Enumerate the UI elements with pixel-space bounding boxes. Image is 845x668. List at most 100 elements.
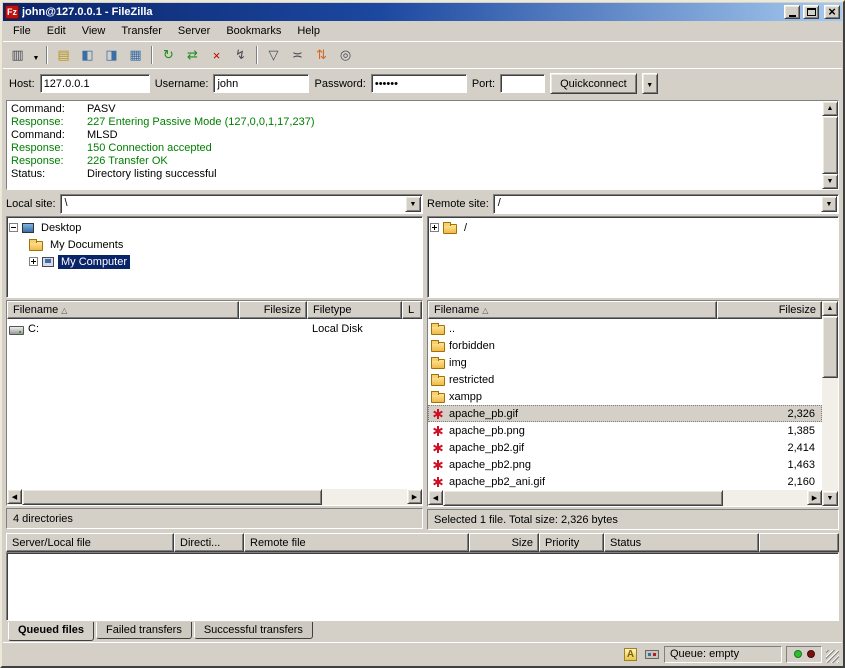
site-manager-dropdown-icon[interactable]: [30, 44, 42, 66]
menu-server[interactable]: Server: [170, 21, 218, 41]
tree-item-root[interactable]: /: [430, 219, 836, 236]
file-row[interactable]: apache_pb.png1,385: [428, 422, 822, 439]
local-treeview-icon[interactable]: ◧: [76, 44, 99, 66]
column-header-status[interactable]: Status: [604, 533, 759, 552]
file-row[interactable]: apache_pb2.png1,463: [428, 456, 822, 473]
tab-failed-transfers[interactable]: Failed transfers: [96, 622, 192, 639]
host-label: Host:: [9, 78, 35, 90]
close-icon: [828, 6, 836, 19]
main-split: Local site: \ Desktop My Documents: [3, 192, 842, 530]
tab-queued-files[interactable]: Queued files: [8, 622, 94, 641]
scroll-right-icon[interactable]: [407, 489, 422, 504]
expand-toggle-icon[interactable]: [430, 223, 439, 232]
quickconnect-button[interactable]: Quickconnect: [550, 73, 637, 94]
filezilla-window: Fz john@127.0.0.1 - FileZilla File Edit …: [0, 0, 845, 668]
chevron-down-icon[interactable]: [405, 196, 421, 212]
scrollbar-thumb[interactable]: [822, 116, 838, 174]
column-header-lastmodified[interactable]: L: [402, 301, 422, 319]
scroll-down-icon[interactable]: [822, 174, 838, 189]
column-header-filesize[interactable]: Filesize: [717, 301, 822, 319]
collapse-toggle-icon[interactable]: [9, 223, 18, 232]
scrollbar-thumb[interactable]: [22, 489, 322, 505]
send-activity-led: [807, 650, 815, 658]
resize-grip[interactable]: [826, 650, 839, 663]
scroll-left-icon[interactable]: [428, 490, 443, 505]
receive-activity-led: [794, 650, 802, 658]
scroll-down-icon[interactable]: [822, 491, 838, 506]
minimize-button[interactable]: [784, 5, 800, 19]
password-input[interactable]: [371, 74, 467, 93]
toolbar: ▥ ▤ ◧ ◨ ▦ ↻ ⇄ × ↯ ▽ ≍ ⇅ ◎: [3, 41, 842, 68]
scrollbar-thumb[interactable]: [822, 316, 838, 378]
message-log-icon[interactable]: ▤: [52, 44, 75, 66]
scroll-up-icon[interactable]: [822, 301, 838, 316]
local-site-combobox[interactable]: \: [60, 194, 423, 214]
column-header-filesize[interactable]: Filesize: [239, 301, 307, 319]
menu-help[interactable]: Help: [289, 21, 328, 41]
chevron-down-icon[interactable]: [821, 196, 837, 212]
close-button[interactable]: [824, 5, 840, 19]
sort-ascending-icon: [482, 304, 488, 316]
scroll-left-icon[interactable]: [7, 489, 22, 504]
local-horizontal-scrollbar[interactable]: [7, 489, 422, 505]
menu-bookmarks[interactable]: Bookmarks: [218, 21, 289, 41]
file-row-c-drive[interactable]: C: Local Disk: [7, 320, 422, 337]
disconnect-icon[interactable]: ↯: [229, 44, 252, 66]
file-row-selected[interactable]: apache_pb.gif2,326: [428, 405, 822, 422]
site-manager-icon[interactable]: ▥: [6, 44, 29, 66]
tab-successful-transfers[interactable]: Successful transfers: [194, 622, 313, 639]
file-row[interactable]: apache_pb2.gif2,414: [428, 439, 822, 456]
expand-toggle-icon[interactable]: [29, 257, 38, 266]
activity-led-panel: [786, 646, 822, 663]
port-input[interactable]: [500, 74, 545, 93]
refresh-icon[interactable]: ↻: [157, 44, 180, 66]
file-row[interactable]: img: [428, 354, 822, 371]
host-input[interactable]: [40, 74, 150, 93]
username-input[interactable]: [213, 74, 309, 93]
synchronized-browsing-icon[interactable]: ⇅: [310, 44, 333, 66]
filezilla-logo-icon: Fz: [5, 5, 19, 19]
menu-transfer[interactable]: Transfer: [113, 21, 170, 41]
chevron-down-icon: [646, 78, 653, 90]
file-row[interactable]: ..: [428, 320, 822, 337]
tree-item-my-documents[interactable]: My Documents: [9, 236, 420, 253]
quickconnect-dropdown-button[interactable]: [642, 73, 658, 94]
transfer-queue-icon[interactable]: ▦: [124, 44, 147, 66]
tree-item-desktop[interactable]: Desktop: [9, 219, 420, 236]
column-header-filename[interactable]: Filename: [7, 301, 239, 319]
find-files-icon[interactable]: ◎: [334, 44, 357, 66]
scroll-up-icon[interactable]: [822, 101, 838, 116]
column-header-filetype[interactable]: Filetype: [307, 301, 402, 319]
directory-comparison-icon[interactable]: ≍: [286, 44, 309, 66]
column-header-filename[interactable]: Filename: [428, 301, 717, 319]
remote-vertical-scrollbar[interactable]: [822, 301, 838, 506]
cancel-icon[interactable]: ×: [205, 44, 228, 66]
apache-feather-file-icon: [432, 425, 444, 437]
remote-treeview-icon[interactable]: ◨: [100, 44, 123, 66]
tree-item-my-computer[interactable]: My Computer: [9, 253, 420, 270]
maximize-button[interactable]: [803, 5, 819, 19]
file-row[interactable]: forbidden: [428, 337, 822, 354]
column-header-server-local-file[interactable]: Server/Local file: [6, 533, 174, 552]
column-header-priority[interactable]: Priority: [539, 533, 604, 552]
local-pane: Local site: \ Desktop My Documents: [3, 192, 423, 530]
log-vertical-scrollbar[interactable]: [822, 101, 838, 189]
process-queue-icon[interactable]: ⇄: [181, 44, 204, 66]
queue-body[interactable]: [6, 552, 839, 621]
column-header-direction[interactable]: Directi...: [174, 533, 244, 552]
local-file-list: Filename Filesize Filetype L C: Local Di…: [6, 300, 423, 506]
scroll-right-icon[interactable]: [807, 490, 822, 505]
file-row[interactable]: xampp: [428, 388, 822, 405]
file-row[interactable]: apache_pb2_ani.gif2,160: [428, 473, 822, 490]
status-bar: A Queue: empty: [3, 642, 842, 665]
menu-view[interactable]: View: [74, 21, 114, 41]
menu-file[interactable]: File: [5, 21, 39, 41]
column-header-remote-file[interactable]: Remote file: [244, 533, 469, 552]
remote-site-combobox[interactable]: /: [493, 194, 839, 214]
remote-horizontal-scrollbar[interactable]: [428, 490, 822, 506]
scrollbar-thumb[interactable]: [443, 490, 723, 506]
column-header-size[interactable]: Size: [469, 533, 539, 552]
menu-edit[interactable]: Edit: [39, 21, 74, 41]
filter-icon[interactable]: ▽: [262, 44, 285, 66]
file-row[interactable]: restricted: [428, 371, 822, 388]
